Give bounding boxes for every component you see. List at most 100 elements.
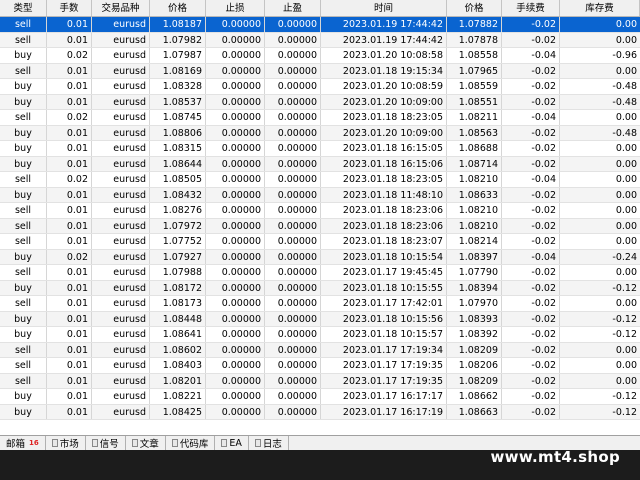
tab-experts[interactable]: EA [215, 436, 249, 450]
table-row[interactable]: buy 0.01 eurusd 1.08432 0.00000 0.00000 2023.0… [0, 187, 640, 203]
table-row[interactable]: sell 0.01 eurusd 1.08169 0.00000 0.00000 2023.… [0, 63, 640, 79]
cell-take-profit: 0.00000 [265, 249, 321, 264]
cell-volume: 0.01 [47, 342, 92, 357]
cell-volume: 0.01 [47, 125, 92, 140]
table-row[interactable]: buy 0.01 eurusd 1.08537 0.00000 0.00000 2023.0… [0, 94, 640, 110]
cell-stop-loss: 0.00000 [206, 203, 265, 218]
cell-open-price: 1.08169 [150, 63, 206, 78]
table-row[interactable]: sell 0.02 eurusd 1.08745 0.00000 0.00000 2023.… [0, 110, 640, 126]
tab-journal[interactable]: 日志 [249, 436, 289, 450]
cell-open-price: 1.08505 [150, 172, 206, 187]
table-row[interactable]: sell 0.01 eurusd 1.07752 0.00000 0.00000 2023.… [0, 234, 640, 250]
table-row[interactable]: sell 0.01 eurusd 1.08602 0.00000 0.00000 2023.… [0, 342, 640, 358]
table-row[interactable]: sell 0.01 eurusd 1.08403 0.00000 0.00000 2023.… [0, 358, 640, 374]
cell-volume: 0.01 [47, 358, 92, 373]
cell-time: 2023.01.18 10:15:56 [321, 311, 447, 326]
cell-time: 2023.01.17 17:19:34 [321, 342, 447, 357]
header-type[interactable]: 类型 [0, 0, 47, 16]
header-commission[interactable]: 手续费 [502, 0, 560, 16]
cell-type: sell [0, 296, 47, 311]
table-row[interactable]: buy 0.01 eurusd 1.08806 0.00000 0.00000 2023.0… [0, 125, 640, 141]
watermark: www.mt4.shop [490, 448, 620, 466]
tab-mailbox[interactable]: 邮箱 16 [0, 436, 46, 450]
cell-volume: 0.02 [47, 110, 92, 125]
table-row[interactable]: buy 0.01 eurusd 1.08448 0.00000 0.00000 2023.0… [0, 311, 640, 327]
header-volume[interactable]: 手数 [47, 0, 92, 16]
table-row[interactable]: sell 0.01 eurusd 1.07982 0.00000 0.00000 2023.… [0, 32, 640, 48]
tab-articles[interactable]: 文章 [126, 436, 166, 450]
table-row[interactable]: sell 0.02 eurusd 1.08505 0.00000 0.00000 2023.… [0, 172, 640, 188]
cell-close-price: 1.08559 [447, 79, 502, 94]
tab-code-base[interactable]: 代码库 [166, 436, 216, 450]
cell-volume: 0.01 [47, 296, 92, 311]
cell-type: buy [0, 187, 47, 202]
cell-volume: 0.01 [47, 187, 92, 202]
table-row[interactable]: buy 0.01 eurusd 1.08328 0.00000 0.00000 2023.0… [0, 79, 640, 95]
table-row[interactable]: buy 0.01 eurusd 1.08172 0.00000 0.00000 2023.0… [0, 280, 640, 296]
cell-symbol: eurusd [92, 218, 150, 233]
cell-close-price: 1.08397 [447, 249, 502, 264]
cell-stop-loss: 0.00000 [206, 280, 265, 295]
table-row[interactable]: buy 0.01 eurusd 1.08641 0.00000 0.00000 2023.0… [0, 327, 640, 343]
cell-volume: 0.01 [47, 280, 92, 295]
table-row[interactable]: sell 0.01 eurusd 1.08201 0.00000 0.00000 2023.… [0, 373, 640, 389]
cell-time: 2023.01.20 10:08:58 [321, 48, 447, 63]
cell-type: sell [0, 342, 47, 357]
cell-time: 2023.01.18 11:48:10 [321, 187, 447, 202]
cell-swap: 0.00 [615, 344, 637, 356]
cell-swap: -0.96 [612, 50, 637, 61]
cell-type: buy [0, 48, 47, 63]
table-row[interactable]: sell 0.01 eurusd 1.08173 0.00000 0.00000 2023.… [0, 296, 640, 312]
cell-open-price: 1.08172 [150, 280, 206, 295]
table-row[interactable]: sell 0.01 eurusd 1.08187 0.00000 0.00000 2023.… [0, 17, 640, 33]
cell-volume: 0.02 [47, 249, 92, 264]
cell-take-profit: 0.00000 [265, 63, 321, 78]
table-row[interactable]: buy 0.01 eurusd 1.08644 0.00000 0.00000 2023.0… [0, 156, 640, 172]
table-row[interactable]: buy 0.01 eurusd 1.08315 0.00000 0.00000 2023.0… [0, 141, 640, 157]
cell-take-profit: 0.00000 [265, 172, 321, 187]
tab-signals[interactable]: 信号 [86, 436, 126, 450]
header-close-price[interactable]: 价格 [447, 0, 502, 16]
cell-take-profit: 0.00000 [265, 358, 321, 373]
tab-label: 信号 [99, 439, 119, 450]
header-swap[interactable]: 库存费 [560, 0, 640, 16]
cell-close-price: 1.08393 [447, 311, 502, 326]
cell-swap: -0.12 [612, 282, 637, 294]
table-row[interactable]: buy 0.01 eurusd 1.08221 0.00000 0.00000 2023.0… [0, 389, 640, 405]
table-row[interactable]: buy 0.02 eurusd 1.07987 0.00000 0.00000 2023.0… [0, 48, 640, 64]
cell-swap: 0.00 [615, 19, 637, 30]
cell-volume: 0.01 [47, 63, 92, 78]
cell-take-profit: 0.00000 [265, 296, 321, 311]
header-time[interactable]: 时间 [321, 0, 447, 16]
cell-stop-loss: 0.00000 [206, 125, 265, 140]
cell-take-profit: 0.00000 [265, 17, 321, 32]
cell-stop-loss: 0.00000 [206, 79, 265, 94]
header-open-price[interactable]: 价格 [150, 0, 206, 16]
header-stop-loss[interactable]: 止损 [206, 0, 265, 16]
header-take-profit[interactable]: 止盈 [265, 0, 321, 16]
cell-stop-loss: 0.00000 [206, 141, 265, 156]
cell-type: buy [0, 389, 47, 404]
cell-type: sell [0, 32, 47, 47]
cell-stop-loss: 0.00000 [206, 358, 265, 373]
table-row[interactable]: buy 0.02 eurusd 1.07927 0.00000 0.00000 2023.0… [0, 249, 640, 265]
cell-take-profit: 0.00000 [265, 327, 321, 342]
header-symbol[interactable]: 交易品种 [92, 0, 150, 16]
table-row[interactable]: sell 0.01 eurusd 1.08276 0.00000 0.00000 2023.… [0, 203, 640, 219]
cell-swap: 0.00 [615, 174, 637, 185]
cell-take-profit: 0.00000 [265, 94, 321, 109]
tab-market[interactable]: 市场 [46, 436, 86, 450]
cell-swap: -0.24 [612, 251, 637, 263]
cell-time: 2023.01.18 18:23:06 [321, 218, 447, 233]
cell-type: buy [0, 280, 47, 295]
cell-time: 2023.01.19 17:44:42 [321, 17, 447, 32]
cell-volume: 0.01 [47, 156, 92, 171]
cell-time: 2023.01.18 16:15:05 [321, 141, 447, 156]
table-row[interactable]: buy 0.01 eurusd 1.08425 0.00000 0.00000 2023.0… [0, 404, 640, 420]
cell-time: 2023.01.18 18:23:05 [321, 110, 447, 125]
cell-swap: 0.00 [615, 205, 637, 216]
cell-stop-loss: 0.00000 [206, 311, 265, 326]
table-row[interactable]: sell 0.01 eurusd 1.07972 0.00000 0.00000 2023.… [0, 218, 640, 234]
cell-close-price: 1.08210 [447, 218, 502, 233]
table-row[interactable]: sell 0.01 eurusd 1.07988 0.00000 0.00000 2023.… [0, 265, 640, 281]
